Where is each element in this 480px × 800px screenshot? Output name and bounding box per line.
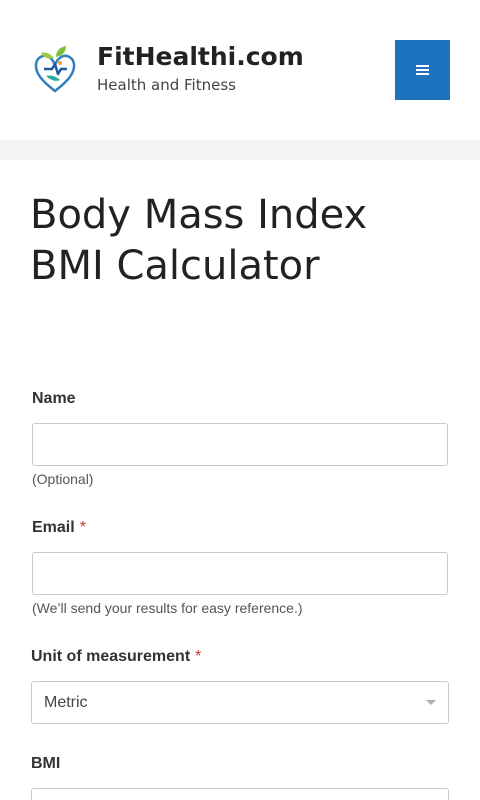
email-label-text: Email (32, 519, 75, 536)
page-title-line-2: BMI Calculator (30, 243, 320, 289)
unit-select-value: Metric (44, 694, 88, 711)
unit-label: Unit of measurement * (31, 648, 201, 666)
page-title-line-1: Body Mass Index (30, 192, 368, 238)
name-description: (Optional) (32, 471, 94, 487)
required-marker: * (79, 519, 86, 536)
required-marker: * (195, 648, 202, 665)
site-description: Health and Fitness (97, 76, 236, 94)
page-title: Body Mass Index BMI Calculator (30, 190, 450, 292)
chevron-down-icon (426, 700, 436, 705)
menu-button[interactable] (395, 40, 450, 100)
hamburger-menu-icon (416, 65, 429, 75)
bmi-result-field (31, 788, 449, 800)
email-description: (We’ll send your results for easy refere… (32, 600, 303, 616)
name-input[interactable] (32, 423, 448, 466)
unit-label-text: Unit of measurement (31, 648, 191, 665)
bmi-label: BMI (31, 755, 61, 772)
site-header: FitHealthi.com Health and Fitness (0, 0, 480, 140)
unit-select[interactable]: Metric (31, 681, 449, 724)
heart-leaf-logo-icon[interactable] (32, 45, 78, 95)
site-title[interactable]: FitHealthi.com (97, 42, 304, 71)
email-label: Email * (32, 519, 86, 537)
name-label: Name (32, 390, 76, 407)
email-input[interactable] (32, 552, 448, 595)
